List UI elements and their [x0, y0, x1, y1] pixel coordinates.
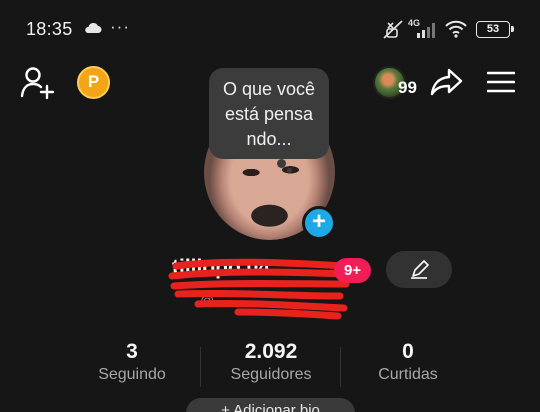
add-bio-button[interactable]: + Adicionar bio	[186, 398, 355, 412]
profile-visitors-button[interactable]: 99	[373, 66, 425, 100]
stat-value: 3	[126, 340, 138, 363]
stat-label: Seguidores	[230, 366, 312, 383]
wifi-icon	[445, 20, 467, 38]
add-user-icon[interactable]	[20, 65, 56, 99]
bubble-tail-dot-small	[287, 168, 292, 173]
mute-icon	[383, 20, 403, 39]
stat-label: Curtidas	[378, 366, 438, 383]
stat-value: 2.092	[244, 340, 298, 363]
stat-label: Seguindo	[98, 366, 166, 383]
notification-badge[interactable]: 9+	[334, 258, 371, 283]
add-story-icon[interactable]: +	[302, 206, 336, 240]
points-icon[interactable]: P	[77, 66, 110, 99]
visitor-count: 99	[398, 78, 417, 97]
edit-profile-button[interactable]	[386, 251, 452, 288]
share-icon[interactable]	[430, 67, 464, 97]
stat-following[interactable]: 3 Seguindo	[82, 340, 182, 384]
bubble-line-1: O que você	[222, 79, 316, 99]
stat-value: 0	[402, 340, 414, 363]
redaction-scribble	[168, 258, 352, 320]
cloud-icon	[85, 22, 102, 33]
edit-icon	[411, 260, 429, 279]
more-notifications-icon: ···	[110, 17, 130, 36]
stat-divider	[200, 347, 201, 387]
thought-bubble[interactable]: O que você está pensa ndo...	[209, 68, 329, 159]
stat-followers[interactable]: 2.092 Seguidores	[215, 340, 327, 384]
bubble-line-2: está pensa	[224, 104, 314, 124]
bubble-line-3: ndo...	[246, 129, 292, 149]
menu-icon[interactable]	[487, 70, 515, 94]
stat-divider	[340, 347, 341, 387]
signal-icon	[417, 23, 435, 38]
status-time: 18:35	[26, 19, 73, 39]
stat-likes[interactable]: 0 Curtidas	[358, 340, 458, 384]
bubble-tail-dot	[277, 159, 286, 168]
battery-icon: 53	[476, 21, 514, 38]
